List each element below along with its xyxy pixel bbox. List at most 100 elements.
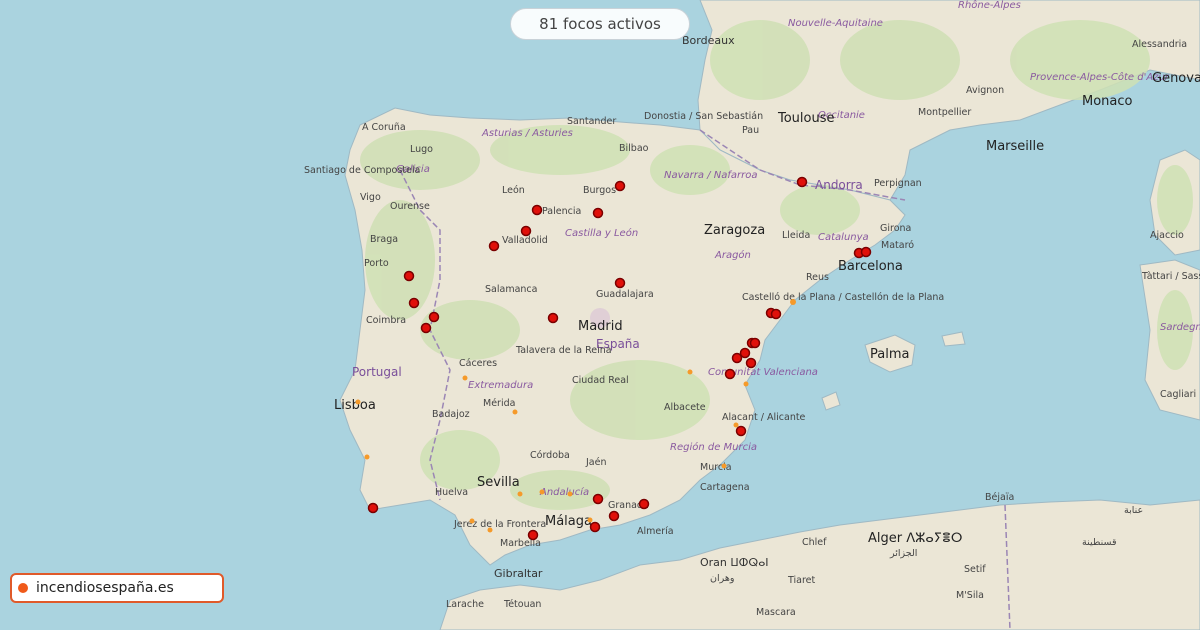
svg-text:Alessandria: Alessandria [1132, 39, 1187, 50]
fire-marker[interactable] [724, 368, 736, 380]
fire-marker[interactable] [408, 297, 420, 309]
svg-text:León: León [502, 185, 525, 196]
svg-text:Mérida: Mérida [483, 398, 515, 409]
svg-text:Salamanca: Salamanca [485, 284, 537, 295]
svg-text:الجزائر: الجزائر [889, 548, 917, 559]
svg-text:Valladolid: Valladolid [502, 235, 548, 246]
svg-text:Donostia / San Sebastián: Donostia / San Sebastián [644, 111, 763, 122]
fire-marker[interactable] [608, 510, 620, 522]
svg-text:Albacete: Albacete [664, 402, 706, 413]
svg-text:Lleida: Lleida [782, 230, 810, 241]
svg-text:Cáceres: Cáceres [459, 358, 497, 369]
svg-text:Marseille: Marseille [986, 139, 1044, 154]
svg-text:Oran ⵡⵀⵕⴰⵏ: Oran ⵡⵀⵕⴰⵏ [700, 556, 769, 569]
svg-text:Sardegna: Sardegna [1160, 322, 1200, 333]
svg-text:Cartagena: Cartagena [700, 482, 750, 493]
svg-text:Andalucía: Andalucía [539, 486, 589, 498]
fire-marker[interactable] [749, 337, 761, 349]
svg-text:Ciudad Real: Ciudad Real [572, 375, 629, 386]
svg-text:Málaga: Málaga [545, 514, 592, 529]
svg-text:Tétouan: Tétouan [503, 599, 541, 610]
svg-text:Ajaccio: Ajaccio [1150, 230, 1184, 241]
fire-marker[interactable] [770, 308, 782, 320]
fire-marker[interactable] [420, 322, 432, 334]
svg-text:Guadalajara: Guadalajara [596, 289, 654, 300]
svg-text:Extremadura: Extremadura [468, 380, 533, 391]
brand-link[interactable]: incendiosespaña.es [10, 573, 224, 603]
svg-text:Rhône-Alpes: Rhône-Alpes [958, 0, 1021, 11]
svg-text:وهران: وهران [710, 573, 734, 584]
svg-text:Alacant / Alicante: Alacant / Alicante [722, 412, 806, 423]
fire-marker[interactable] [638, 498, 650, 510]
fire-marker[interactable] [614, 180, 626, 192]
svg-text:M'Sila: M'Sila [956, 590, 984, 601]
svg-text:Cagliari: Cagliari [1160, 389, 1196, 400]
svg-text:Tiaret: Tiaret [787, 575, 816, 586]
fire-marker[interactable] [589, 521, 601, 533]
active-fires-counter: 81 focos activos [510, 8, 690, 40]
svg-text:Almería: Almería [637, 526, 674, 537]
svg-text:Mataró: Mataró [881, 240, 914, 251]
fire-marker[interactable] [520, 225, 532, 237]
svg-text:Perpignan: Perpignan [874, 178, 922, 189]
svg-text:Madrid: Madrid [578, 319, 623, 334]
svg-text:Asturias / Asturies: Asturias / Asturies [481, 128, 573, 139]
svg-text:Barcelona: Barcelona [838, 259, 903, 274]
svg-text:قسنطينة: قسنطينة [1082, 537, 1117, 548]
svg-text:Andorra: Andorra [815, 178, 863, 192]
svg-text:A Coruña: A Coruña [362, 122, 406, 133]
svg-text:Nouvelle-Aquitaine: Nouvelle-Aquitaine [788, 18, 883, 29]
svg-text:Béjaïa: Béjaïa [985, 492, 1014, 503]
fire-marker[interactable] [592, 493, 604, 505]
svg-text:Catalunya: Catalunya [818, 232, 869, 243]
fire-marker[interactable] [592, 207, 604, 219]
svg-text:Larache: Larache [446, 599, 484, 610]
svg-text:Provence-Alpes-Côte d'Azur: Provence-Alpes-Côte d'Azur [1030, 71, 1170, 83]
brand-dot-icon [18, 583, 28, 593]
svg-text:Portugal: Portugal [352, 365, 402, 379]
svg-text:Tàttari / Sassari: Tàttari / Sassari [1141, 271, 1200, 282]
fire-marker[interactable] [527, 529, 539, 541]
fire-marker[interactable] [745, 357, 757, 369]
fire-marker[interactable] [403, 270, 415, 282]
svg-text:Ourense: Ourense [390, 201, 430, 212]
svg-text:Setif: Setif [964, 564, 986, 575]
svg-text:Huelva: Huelva [435, 487, 468, 498]
svg-text:Navarra / Nafarroa: Navarra / Nafarroa [664, 170, 757, 181]
fire-marker[interactable] [860, 246, 872, 258]
fire-marker[interactable] [547, 312, 559, 324]
fire-map[interactable]: Nouvelle-Aquitaine Occitanie Provence-Al… [0, 0, 1200, 630]
svg-text:Palencia: Palencia [542, 206, 581, 217]
svg-text:Vigo: Vigo [360, 192, 381, 203]
svg-text:Palma: Palma [870, 347, 909, 362]
svg-text:Castilla y León: Castilla y León [565, 227, 638, 239]
fire-marker[interactable] [367, 502, 379, 514]
svg-text:Santander: Santander [567, 116, 616, 127]
svg-text:Coimbra: Coimbra [366, 315, 406, 326]
fire-marker[interactable] [614, 277, 626, 289]
svg-text:Braga: Braga [370, 234, 398, 245]
svg-text:Reus: Reus [806, 272, 829, 283]
fire-marker[interactable] [735, 425, 747, 437]
svg-text:عنابة: عنابة [1124, 505, 1143, 516]
fire-marker[interactable] [428, 311, 440, 323]
active-fires-label: 81 focos activos [539, 15, 661, 33]
fire-marker[interactable] [488, 240, 500, 252]
brand-name: incendiosespaña.es [36, 580, 174, 596]
svg-text:Región de Murcia: Región de Murcia [670, 441, 757, 453]
svg-text:Murcia: Murcia [700, 462, 732, 473]
svg-text:Montpellier: Montpellier [918, 107, 971, 118]
svg-text:Pau: Pau [742, 125, 759, 136]
fire-marker[interactable] [731, 352, 743, 364]
svg-text:Lisboa: Lisboa [334, 398, 376, 413]
fire-marker[interactable] [796, 176, 808, 188]
svg-text:Santiago de Compostela: Santiago de Compostela [304, 165, 420, 176]
svg-text:Lugo: Lugo [410, 144, 433, 155]
svg-text:Jerez de la Frontera: Jerez de la Frontera [453, 519, 546, 530]
svg-text:Burgos: Burgos [583, 185, 616, 196]
svg-text:Bilbao: Bilbao [619, 143, 649, 154]
svg-text:Alger ⴷⵣⴰⵢⴻⵔ: Alger ⴷⵣⴰⵢⴻⵔ [868, 531, 962, 546]
svg-text:Porto: Porto [364, 258, 389, 269]
svg-text:Toulouse: Toulouse [777, 111, 835, 126]
fire-marker[interactable] [531, 204, 543, 216]
